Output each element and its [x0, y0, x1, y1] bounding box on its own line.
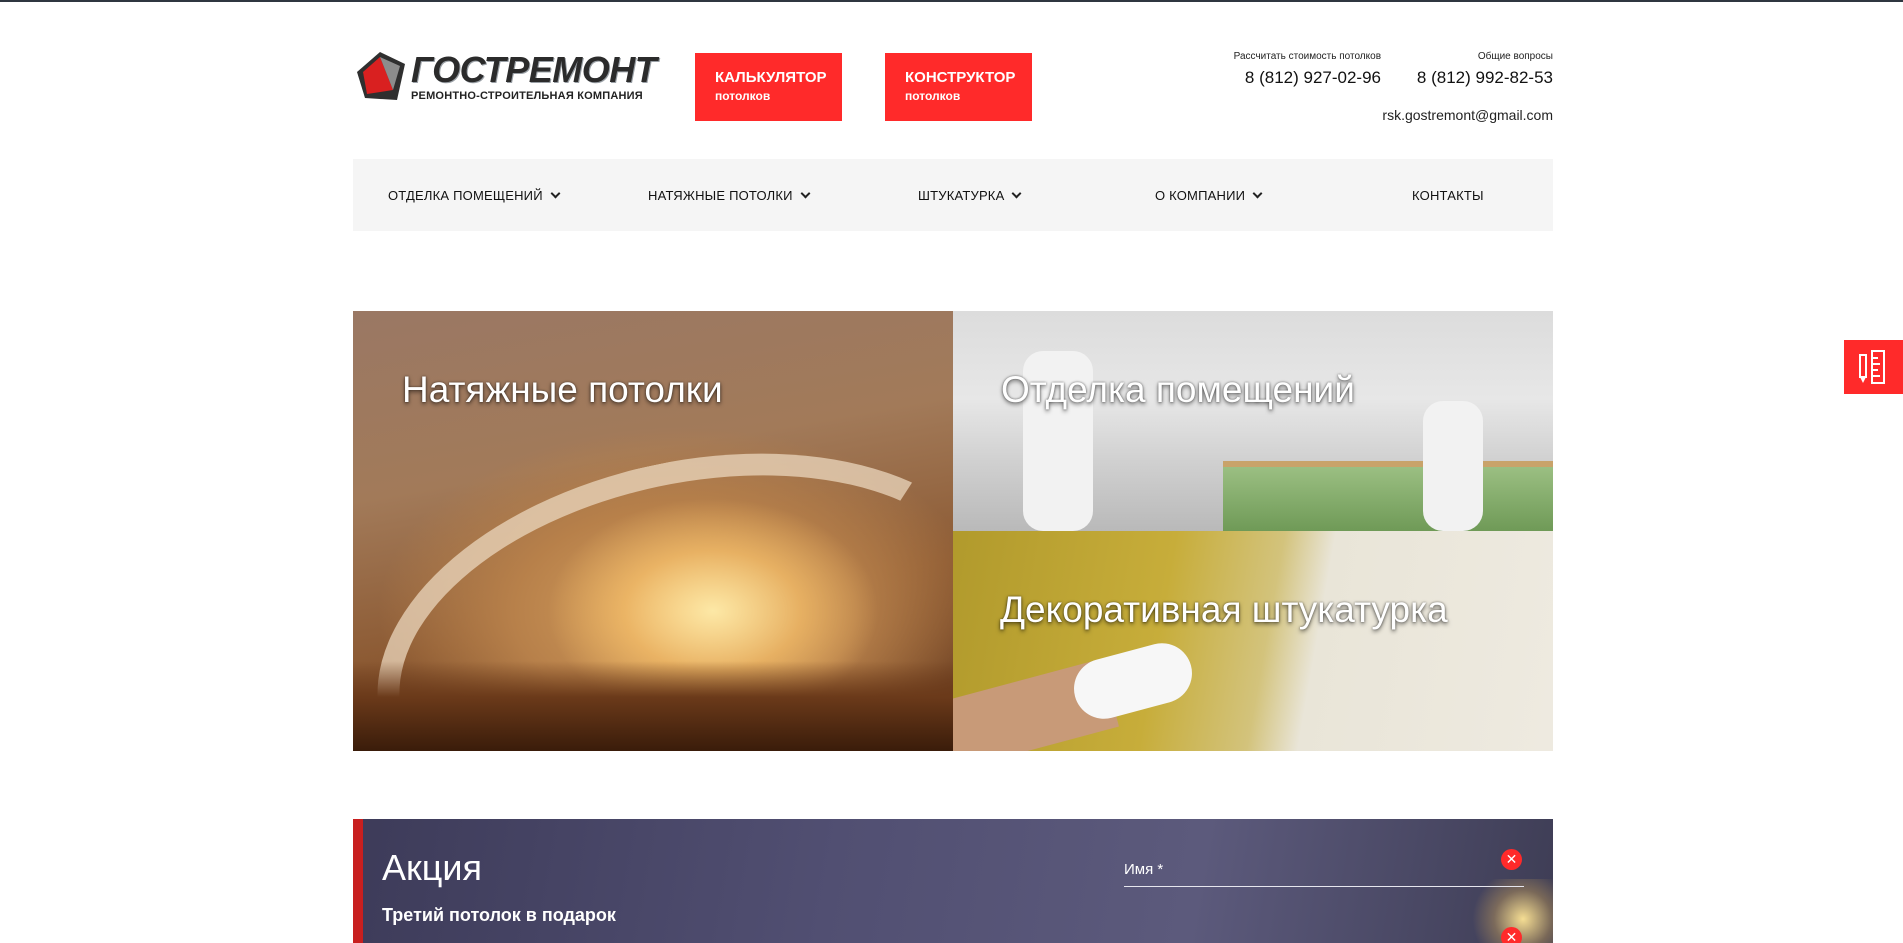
phone-link-general[interactable]: 8 (812) 992-82-53	[1417, 68, 1553, 88]
chevron-down-icon	[550, 188, 561, 198]
name-field-label: Имя *	[1124, 861, 1164, 878]
constructor-button-subtitle: потолков	[905, 89, 961, 103]
promo-subtitle: Третий потолок в подарок	[382, 905, 616, 925]
tile-title: Декоративная штукатурка	[1000, 589, 1448, 630]
calculator-button[interactable]: КАЛЬКУЛЯТОР потолков	[695, 53, 842, 121]
tile-title: Отделка помещений	[1001, 369, 1355, 410]
tile-stretch-ceilings[interactable]: Натяжные потолки	[353, 311, 953, 751]
promo-title: Акция	[382, 847, 482, 888]
logo-subtitle: РЕМОНТНО-СТРОИТЕЛЬНАЯ КОМПАНИЯ	[411, 90, 643, 102]
nav-item-finishing[interactable]: ОТДЕЛКА ПОМЕЩЕНИЙ	[388, 159, 561, 231]
phone-link-ceilings[interactable]: 8 (812) 927-02-96	[1234, 68, 1381, 88]
glove-decor	[1067, 636, 1199, 726]
contacts-block: Рассчитать стоимость потолков 8 (812) 92…	[1193, 50, 1553, 140]
nav-item-label: О КОМПАНИИ	[1155, 187, 1246, 203]
logo-icon	[353, 50, 407, 104]
worker-figure	[1423, 401, 1483, 531]
window-decor	[1223, 461, 1553, 531]
logo[interactable]: ГОСТРЕМОНТ РЕМОНТНО-СТРОИТЕЛЬНАЯ КОМПАНИ…	[353, 49, 657, 104]
logo-title: ГОСТРЕМОНТ	[411, 49, 657, 90]
phone-caption: Рассчитать стоимость потолков	[1233, 51, 1381, 62]
phone-block-general: Общие вопросы 8 (812) 992-82-53	[1417, 50, 1553, 88]
nav-item-label: НАТЯЖНЫЕ ПОТОЛКИ	[648, 187, 793, 203]
side-calculator-button[interactable]	[1844, 340, 1903, 394]
calculator-button-subtitle: потолков	[715, 89, 771, 103]
chevron-down-icon	[1012, 188, 1022, 198]
email-link[interactable]: rsk.gostremont@gmail.com	[1382, 107, 1553, 123]
nav-item-label: КОНТАКТЫ	[1412, 187, 1484, 203]
tile-room-finishing[interactable]: Отделка помещений	[953, 311, 1553, 531]
close-icon[interactable]: ✕	[1501, 927, 1522, 943]
close-icon[interactable]: ✕	[1501, 849, 1522, 870]
phone-block-ceilings: Рассчитать стоимость потолков 8 (812) 92…	[1234, 50, 1381, 88]
tile-decorative-plaster[interactable]: Декоративная штукатурка	[953, 531, 1553, 751]
promo-banner: Акция Третий потолок в подарок Имя * ✕ ✕	[353, 819, 1553, 943]
calculator-button-title: КАЛЬКУЛЯТОР	[715, 69, 827, 86]
nav-item-contacts[interactable]: КОНТАКТЫ	[1412, 159, 1484, 231]
tile-title: Натяжные потолки	[402, 369, 723, 410]
chevron-down-icon	[800, 188, 811, 198]
ceiling-wall-decor	[353, 661, 953, 751]
nav-item-label: ОТДЕЛКА ПОМЕЩЕНИЙ	[388, 187, 543, 203]
phone-caption: Общие вопросы	[1477, 51, 1553, 62]
main-nav: ОТДЕЛКА ПОМЕЩЕНИЙ НАТЯЖНЫЕ ПОТОЛКИ ШТУКА…	[353, 159, 1553, 231]
nav-item-label: ШТУКАТУРКА	[918, 187, 1005, 203]
site-header: ГОСТРЕМОНТ РЕМОНТНО-СТРОИТЕЛЬНАЯ КОМПАНИ…	[353, 49, 1553, 123]
nav-item-plaster[interactable]: ШТУКАТУРКА	[918, 159, 1022, 231]
pencil-ruler-icon	[1859, 350, 1885, 384]
nav-item-about[interactable]: О КОМПАНИИ	[1155, 159, 1263, 231]
name-field[interactable]: Имя *	[1124, 861, 1524, 887]
services-grid: Натяжные потолки Отделка помещений Декор…	[353, 311, 1553, 751]
chevron-down-icon	[1252, 188, 1263, 198]
constructor-button-title: КОНСТРУКТОР	[905, 69, 1016, 86]
nav-item-stretch-ceilings[interactable]: НАТЯЖНЫЕ ПОТОЛКИ	[648, 159, 811, 231]
promo-accent-bar	[353, 819, 363, 943]
constructor-button[interactable]: КОНСТРУКТОР потолков	[885, 53, 1032, 121]
